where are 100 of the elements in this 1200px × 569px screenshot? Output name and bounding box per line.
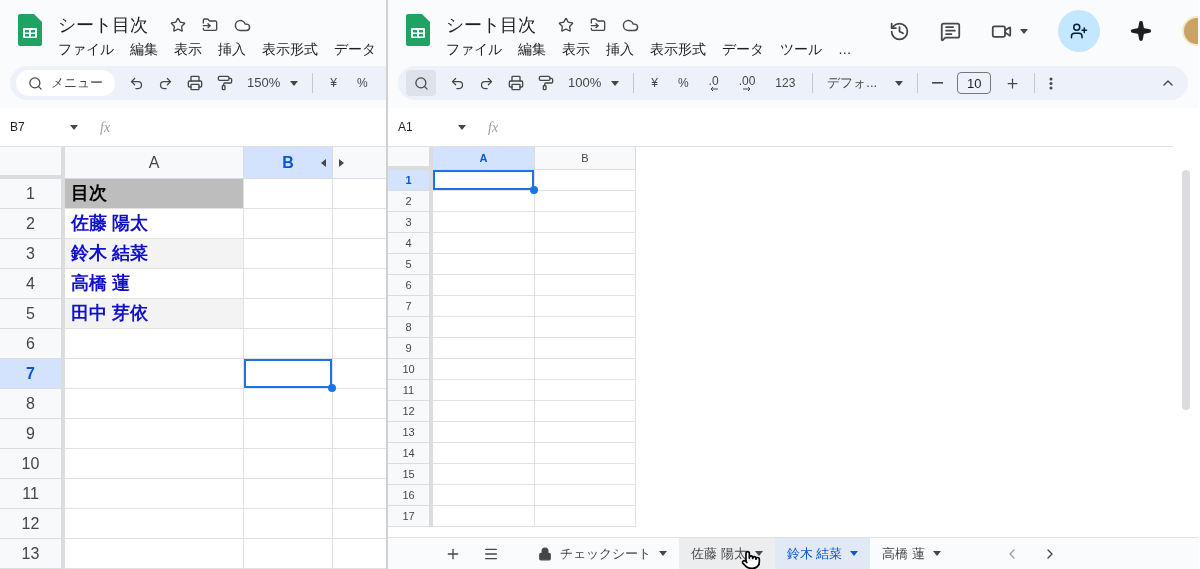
row-header[interactable]: 3 — [388, 212, 433, 233]
row-header[interactable]: 7 — [388, 296, 433, 317]
grid-cell[interactable] — [244, 389, 333, 419]
select-all-corner[interactable] — [388, 147, 433, 170]
column-header[interactable]: A — [433, 147, 535, 170]
grid-cell[interactable] — [535, 359, 636, 380]
row-header[interactable]: 9 — [0, 419, 65, 449]
menu-item[interactable]: データ — [722, 40, 764, 61]
grid-cell[interactable] — [433, 317, 535, 338]
grid-cell[interactable] — [535, 443, 636, 464]
row-header[interactable]: 7 — [0, 359, 65, 389]
sheets-logo-icon[interactable] — [18, 14, 42, 46]
grid-cell[interactable] — [433, 338, 535, 359]
row-header[interactable]: 6 — [388, 275, 433, 296]
grid-cell[interactable]: 鈴木 結菜 — [65, 239, 244, 269]
undo-button[interactable] — [129, 75, 144, 91]
column-header[interactable]: B — [244, 147, 333, 179]
triangle-left-icon[interactable] — [320, 157, 326, 168]
grid-cell[interactable] — [65, 479, 244, 509]
star-icon[interactable] — [170, 17, 186, 33]
number-format-button[interactable]: ¥ — [327, 77, 340, 89]
paint-format-button[interactable] — [538, 75, 554, 91]
column-header[interactable]: A — [65, 147, 244, 179]
grid-cell[interactable] — [433, 485, 535, 506]
grid-cell[interactable] — [433, 296, 535, 317]
grid-cell[interactable] — [244, 449, 333, 479]
grid-cell[interactable] — [535, 317, 636, 338]
print-button[interactable] — [187, 75, 203, 91]
row-header[interactable]: 5 — [388, 254, 433, 275]
grid-cell[interactable] — [535, 254, 636, 275]
menu-item[interactable]: 挿入 — [606, 40, 634, 61]
row-header[interactable]: 1 — [388, 170, 433, 191]
sheet-tab[interactable]: 鈴木 結菜 — [774, 538, 871, 569]
row-header[interactable]: 9 — [388, 338, 433, 359]
grid-cell[interactable] — [535, 422, 636, 443]
menu-search-field[interactable]: メニュー — [16, 70, 115, 96]
row-header[interactable]: 13 — [388, 422, 433, 443]
row-header[interactable]: 16 — [388, 485, 433, 506]
sheets-logo-icon[interactable] — [406, 14, 430, 46]
row-header[interactable]: 17 — [388, 506, 433, 527]
name-box[interactable]: B7 — [0, 118, 70, 136]
number-format-button[interactable]: % — [674, 77, 692, 89]
menu-item[interactable]: 挿入 — [218, 40, 246, 61]
row-header[interactable]: 2 — [0, 209, 65, 239]
grid-cell[interactable] — [535, 485, 636, 506]
row-header[interactable]: 11 — [388, 380, 433, 401]
grid-cell[interactable] — [244, 479, 333, 509]
number-format-button[interactable]: .0 — [705, 75, 722, 91]
row-header[interactable]: 10 — [0, 449, 65, 479]
redo-button[interactable] — [479, 75, 494, 91]
menu-item[interactable]: ファイル — [446, 40, 502, 61]
zoom-dropdown[interactable]: 100% — [568, 73, 620, 93]
gemini-button[interactable] — [1130, 20, 1152, 42]
menu-item[interactable]: 編集 — [518, 40, 546, 61]
grid-cell[interactable] — [244, 209, 333, 239]
column-header[interactable]: B — [535, 147, 636, 170]
grid-cell[interactable] — [433, 170, 535, 191]
menu-item[interactable]: 編集 — [130, 40, 158, 61]
grid-cell[interactable] — [535, 401, 636, 422]
document-title[interactable]: シート目次 — [58, 16, 148, 34]
grid-cell[interactable] — [244, 329, 333, 359]
row-header[interactable]: 5 — [0, 299, 65, 329]
grid-cell[interactable] — [535, 212, 636, 233]
paint-format-button[interactable] — [217, 75, 233, 91]
grid-cell[interactable] — [65, 329, 244, 359]
grid-cell[interactable]: 佐藤 陽太 — [65, 209, 244, 239]
more-options-button[interactable] — [1049, 76, 1054, 90]
increase-font-size-button[interactable] — [1005, 75, 1021, 91]
grid-cell[interactable] — [535, 464, 636, 485]
grid-cell[interactable] — [65, 359, 244, 389]
grid-cell[interactable] — [65, 539, 244, 569]
fill-handle[interactable] — [530, 186, 538, 194]
number-format-button[interactable]: .00 — [735, 75, 759, 91]
sheet-tab[interactable]: チェックシート — [526, 538, 679, 569]
grid-cell[interactable] — [433, 275, 535, 296]
print-button[interactable] — [508, 75, 524, 91]
grid-cell[interactable] — [535, 338, 636, 359]
triangle-right-icon[interactable] — [339, 157, 345, 168]
redo-button[interactable] — [158, 75, 173, 91]
row-header[interactable]: 2 — [388, 191, 433, 212]
grid-cell[interactable] — [433, 443, 535, 464]
number-format-button[interactable]: ¥ — [648, 77, 661, 89]
menu-item[interactable]: ファイル — [58, 40, 114, 61]
select-all-corner[interactable] — [0, 147, 65, 179]
grid-cell[interactable] — [535, 233, 636, 254]
search-button[interactable] — [406, 70, 436, 96]
grid-cell[interactable] — [433, 212, 535, 233]
grid-cell[interactable] — [244, 299, 333, 329]
grid-cell[interactable]: 田中 芽依 — [65, 299, 244, 329]
menu-item[interactable]: 表示形式 — [650, 40, 706, 61]
share-button[interactable] — [1058, 10, 1100, 52]
grid-cell[interactable] — [535, 191, 636, 212]
row-header[interactable]: 10 — [388, 359, 433, 380]
grid-cell[interactable] — [244, 509, 333, 539]
font-size-field[interactable]: 10 — [957, 72, 992, 94]
number-format-button[interactable]: % — [353, 77, 371, 89]
row-header[interactable]: 4 — [388, 233, 433, 254]
row-header[interactable]: 4 — [0, 269, 65, 299]
row-header[interactable]: 3 — [0, 239, 65, 269]
grid-cell[interactable] — [433, 191, 535, 212]
